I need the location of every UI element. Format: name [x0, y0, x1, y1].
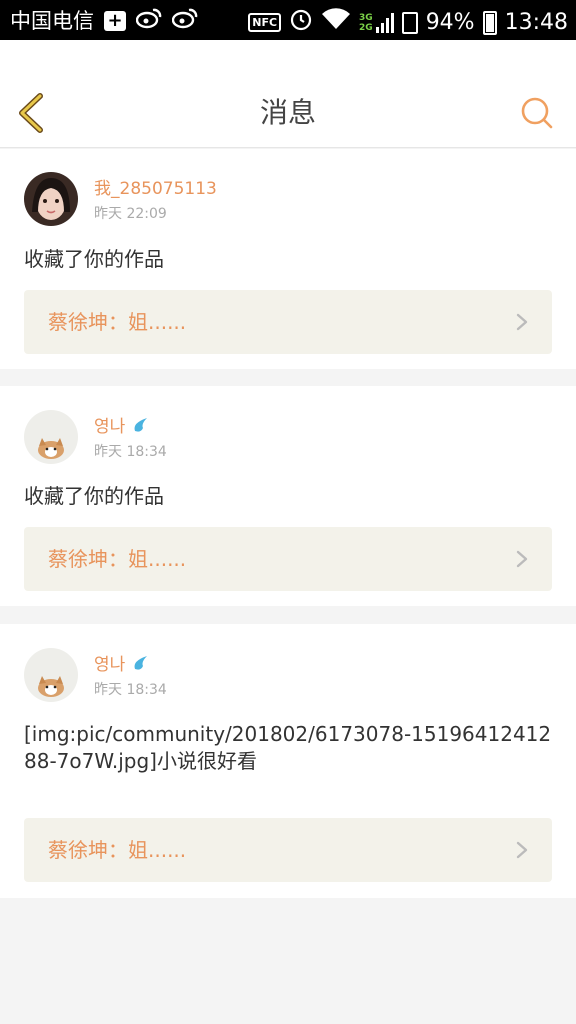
- search-icon: [521, 97, 553, 129]
- avatar[interactable]: [24, 648, 78, 702]
- status-right: NFC 3G 2G 94% 13:48: [248, 7, 568, 38]
- chevron-right-icon: [516, 313, 528, 331]
- message-content: 收藏了你的作品: [24, 247, 164, 271]
- status-left: 中国电信 +: [10, 7, 198, 35]
- app-header: 消息: [0, 40, 576, 148]
- search-button[interactable]: [520, 96, 554, 130]
- message-content: 收藏了你的作品: [24, 484, 164, 508]
- message-time: 昨天 18:34: [94, 682, 167, 698]
- carrier-label: 中国电信: [10, 9, 94, 33]
- weibo-icon: [171, 7, 198, 35]
- battery-percent: 94%: [425, 9, 475, 35]
- referenced-work[interactable]: 蔡徐坤：姐......: [24, 818, 552, 882]
- referenced-work-title: 蔡徐坤：姐......: [48, 310, 187, 334]
- sim-card-icon: [401, 11, 418, 34]
- referenced-work-title: 蔡徐坤：姐......: [48, 838, 187, 862]
- username: 영나: [94, 417, 126, 437]
- network-3g-label: 3G: [359, 12, 373, 23]
- referenced-work-title: 蔡徐坤：姐......: [48, 547, 187, 571]
- username-row[interactable]: 영나: [94, 416, 149, 438]
- message-time: 昨天 22:09: [94, 206, 167, 222]
- weibo-icon: [135, 7, 162, 35]
- avatar[interactable]: [24, 410, 78, 464]
- referenced-work[interactable]: 蔡徐坤：姐......: [24, 527, 552, 591]
- wifi-icon: [321, 8, 351, 37]
- alarm-icon: [289, 7, 313, 38]
- username[interactable]: 我_285075113: [94, 178, 217, 200]
- message-card: 영나 昨天 18:34 [img:pic/community/201802/61…: [0, 624, 576, 898]
- referenced-work[interactable]: 蔡徐坤：姐......: [24, 290, 552, 354]
- water-drop-icon: [134, 656, 147, 670]
- message-card: 我_285075113 昨天 22:09 收藏了你的作品 蔡徐坤：姐......: [0, 149, 576, 369]
- status-bar: 中国电信 + NFC 3G 2G 94% 13:48: [0, 0, 576, 40]
- chevron-right-icon: [516, 550, 528, 568]
- chevron-right-icon: [516, 841, 528, 859]
- message-card: 영나 昨天 18:34 收藏了你的作品 蔡徐坤：姐......: [0, 386, 576, 606]
- signal-icon: 3G 2G: [359, 12, 394, 33]
- avatar[interactable]: [24, 172, 78, 226]
- add-notification-icon: +: [104, 11, 126, 31]
- message-content: [img:pic/community/201802/6173078-151964…: [24, 722, 552, 773]
- username: 영나: [94, 655, 126, 675]
- battery-icon: [482, 10, 497, 35]
- clock: 13:48: [504, 9, 568, 35]
- username-row[interactable]: 영나: [94, 654, 149, 676]
- nfc-icon: NFC: [248, 13, 282, 32]
- network-2g-label: 2G: [359, 22, 373, 33]
- water-drop-icon: [134, 418, 147, 432]
- page-title: 消息: [259, 96, 316, 129]
- message-time: 昨天 18:34: [94, 444, 167, 460]
